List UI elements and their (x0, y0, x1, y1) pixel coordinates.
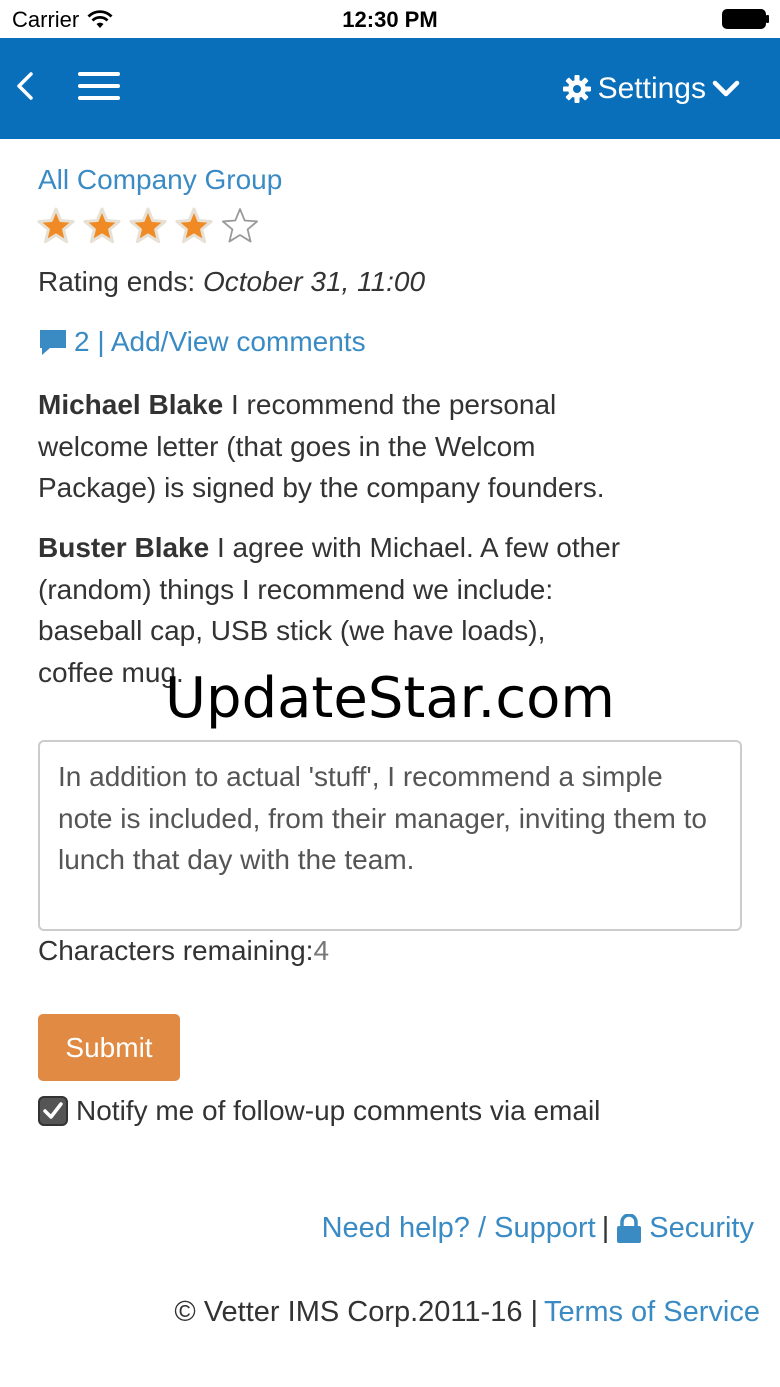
rating-ends-label: Rating ends: (38, 266, 196, 297)
help-links: Need help? / Support | Security (322, 1212, 754, 1245)
star-filled-icon[interactable] (82, 206, 122, 246)
status-time: 12:30 PM (342, 7, 438, 32)
security-link[interactable]: Security (649, 1212, 754, 1245)
rating-ends: Rating ends: October 31, 11:00 (38, 266, 425, 298)
comment-item: Michael Blake I recommend the personal w… (38, 384, 628, 509)
comment-input[interactable]: In addition to actual 'stuff', I recomme… (38, 740, 742, 931)
group-title-link[interactable]: All Company Group (38, 164, 282, 196)
star-filled-icon[interactable] (128, 206, 168, 246)
characters-remaining-count: 4 (313, 935, 330, 966)
watermark: UpdateStar.com (165, 666, 615, 731)
notify-option[interactable]: Notify me of follow-up comments via emai… (38, 1095, 600, 1127)
hamburger-menu-icon[interactable] (78, 70, 120, 102)
app-navbar: Settings (0, 38, 780, 139)
submit-button[interactable]: Submit (38, 1014, 180, 1081)
footer: © Vetter IMS Corp.2011-16 | Terms of Ser… (174, 1296, 760, 1329)
lock-icon (617, 1213, 642, 1243)
characters-remaining: Characters remaining:4 (38, 935, 329, 967)
chevron-down-icon (712, 80, 740, 97)
star-filled-icon[interactable] (174, 206, 214, 246)
star-empty-icon[interactable] (220, 206, 260, 246)
support-link[interactable]: Need help? / Support (322, 1212, 596, 1245)
characters-remaining-label: Characters remaining: (38, 935, 314, 966)
rating-ends-value: October 31, 11:00 (203, 266, 426, 297)
back-chevron-icon[interactable] (14, 70, 36, 102)
star-filled-icon[interactable] (36, 206, 76, 246)
settings-dropdown[interactable]: Settings (562, 72, 740, 106)
gear-icon (562, 75, 591, 103)
terms-of-service-link[interactable]: Terms of Service (544, 1296, 760, 1329)
battery-icon (722, 9, 769, 29)
checkmark-icon (43, 1102, 63, 1119)
copyright: © Vetter IMS Corp.2011-16 | (174, 1296, 539, 1328)
comments-link[interactable]: 2 | Add/View comments (38, 326, 366, 358)
settings-label: Settings (597, 72, 706, 105)
link-separator: | (601, 1212, 610, 1244)
status-bar: Carrier 12:30 PM (0, 0, 780, 38)
star-rating[interactable] (36, 206, 260, 246)
notify-checkbox[interactable] (38, 1096, 68, 1126)
comments-link-label: 2 | Add/View comments (74, 326, 366, 357)
notify-label: Notify me of follow-up comments via emai… (76, 1095, 601, 1126)
comment-author: Michael Blake (38, 389, 224, 420)
comment-author: Buster Blake (38, 532, 210, 563)
comment-bubble-icon (40, 330, 66, 355)
